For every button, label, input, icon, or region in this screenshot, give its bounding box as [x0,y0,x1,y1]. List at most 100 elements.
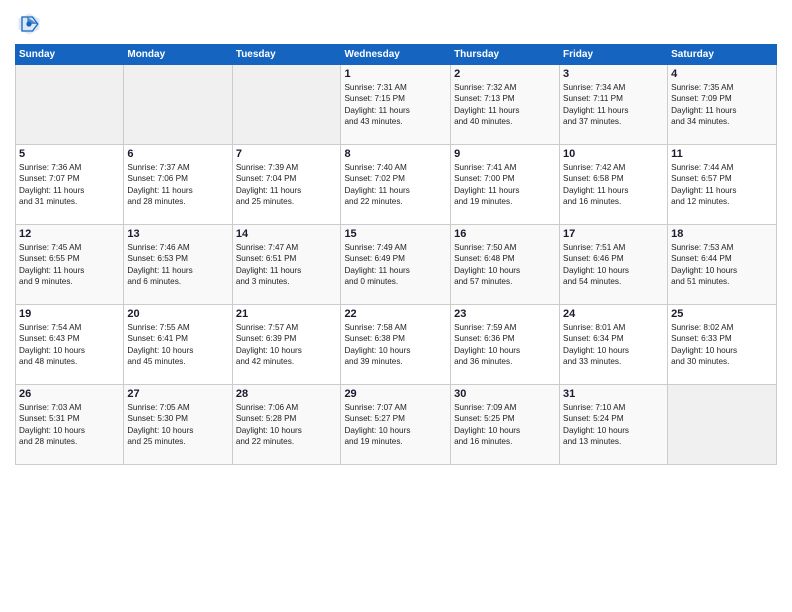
day-info: Sunrise: 7:59 AM Sunset: 6:36 PM Dayligh… [454,322,556,368]
calendar-cell: 6 Sunrise: 7:37 AM Sunset: 7:06 PM Daylig… [124,145,232,225]
day-info: Sunrise: 7:47 AM Sunset: 6:51 PM Dayligh… [236,242,338,288]
calendar-cell: 30Sunrise: 7:09 AM Sunset: 5:25 PM Dayli… [451,385,560,465]
header [15,10,777,38]
day-number: 15 [344,228,447,240]
calendar-cell: 19 Sunrise: 7:54 AM Sunset: 6:43 PM Dayli… [16,305,124,385]
day-number: 14 [236,228,338,240]
day-info: Sunrise: 7:58 AM Sunset: 6:38 PM Dayligh… [344,322,447,368]
weekday-header-sunday: Sunday [16,45,124,65]
day-info: Sunrise: 7:40 AM Sunset: 7:02 PM Dayligh… [344,162,447,208]
calendar-week-2: 5Sunrise: 7:36 AM Sunset: 7:07 PM Daylig… [16,145,777,225]
calendar-cell: 25Sunrise: 8:02 AM Sunset: 6:33 PM Dayli… [668,305,777,385]
day-number: 16 [454,228,556,240]
day-info: Sunrise: 8:01 AM Sunset: 6:34 PM Dayligh… [563,322,664,368]
day-number: 31 [563,388,664,400]
day-number: 6 [127,148,228,160]
calendar-cell: 10 Sunrise: 7:42 AM Sunset: 6:58 PM Dayli… [560,145,668,225]
calendar-cell: 29Sunrise: 7:07 AM Sunset: 5:27 PM Dayli… [341,385,451,465]
day-number: 26 [19,388,120,400]
calendar-cell: 24Sunrise: 8:01 AM Sunset: 6:34 PM Dayli… [560,305,668,385]
day-number: 19 [19,308,120,320]
calendar-week-1: 1 Sunrise: 7:31 AM Sunset: 7:15 PM Daylig… [16,65,777,145]
day-number: 1 [344,68,447,80]
calendar-cell: 16 Sunrise: 7:50 AM Sunset: 6:48 PM Dayli… [451,225,560,305]
day-info: Sunrise: 7:54 AM Sunset: 6:43 PM Dayligh… [19,322,120,368]
day-info: Sunrise: 7:07 AM Sunset: 5:27 PM Dayligh… [344,402,447,448]
day-number: 17 [563,228,664,240]
calendar-cell [16,65,124,145]
page: SundayMondayTuesdayWednesdayThursdayFrid… [0,0,792,612]
day-info: Sunrise: 7:46 AM Sunset: 6:53 PM Dayligh… [127,242,228,288]
calendar-cell: 21 Sunrise: 7:57 AM Sunset: 6:39 PM Dayli… [232,305,341,385]
day-number: 22 [344,308,447,320]
day-info: Sunrise: 7:51 AM Sunset: 6:46 PM Dayligh… [563,242,664,288]
day-number: 11 [671,148,773,160]
day-info: Sunrise: 7:55 AM Sunset: 6:41 PM Dayligh… [127,322,228,368]
weekday-header-monday: Monday [124,45,232,65]
calendar-week-3: 12 Sunrise: 7:45 AM Sunset: 6:55 PM Dayli… [16,225,777,305]
day-number: 18 [671,228,773,240]
calendar-cell: 26 Sunrise: 7:03 AM Sunset: 5:31 PM Dayli… [16,385,124,465]
day-info: Sunrise: 8:02 AM Sunset: 6:33 PM Dayligh… [671,322,773,368]
calendar-cell [124,65,232,145]
logo [15,10,47,38]
day-info: Sunrise: 7:06 AM Sunset: 5:28 PM Dayligh… [236,402,338,448]
calendar-cell: 23 Sunrise: 7:59 AM Sunset: 6:36 PM Dayli… [451,305,560,385]
day-number: 9 [454,148,556,160]
calendar-cell: 15 Sunrise: 7:49 AM Sunset: 6:49 PM Dayli… [341,225,451,305]
day-info: Sunrise: 7:09 AM Sunset: 5:25 PM Dayligh… [454,402,556,448]
day-number: 8 [344,148,447,160]
calendar-cell: 7 Sunrise: 7:39 AM Sunset: 7:04 PM Daylig… [232,145,341,225]
day-number: 13 [127,228,228,240]
calendar-week-5: 26 Sunrise: 7:03 AM Sunset: 5:31 PM Dayli… [16,385,777,465]
day-info: Sunrise: 7:42 AM Sunset: 6:58 PM Dayligh… [563,162,664,208]
calendar-cell: 2Sunrise: 7:32 AM Sunset: 7:13 PM Daylig… [451,65,560,145]
calendar-cell: 17 Sunrise: 7:51 AM Sunset: 6:46 PM Dayli… [560,225,668,305]
calendar-cell: 18 Sunrise: 7:53 AM Sunset: 6:44 PM Dayli… [668,225,777,305]
calendar-cell: 14 Sunrise: 7:47 AM Sunset: 6:51 PM Dayli… [232,225,341,305]
day-number: 23 [454,308,556,320]
logo-icon [15,10,43,38]
day-info: Sunrise: 7:34 AM Sunset: 7:11 PM Dayligh… [563,82,664,128]
calendar-cell: 4 Sunrise: 7:35 AM Sunset: 7:09 PM Daylig… [668,65,777,145]
day-number: 28 [236,388,338,400]
day-info: Sunrise: 7:10 AM Sunset: 5:24 PM Dayligh… [563,402,664,448]
calendar-cell: 13 Sunrise: 7:46 AM Sunset: 6:53 PM Dayli… [124,225,232,305]
day-number: 3 [563,68,664,80]
day-number: 27 [127,388,228,400]
day-info: Sunrise: 7:45 AM Sunset: 6:55 PM Dayligh… [19,242,120,288]
day-info: Sunrise: 7:03 AM Sunset: 5:31 PM Dayligh… [19,402,120,448]
day-info: Sunrise: 7:53 AM Sunset: 6:44 PM Dayligh… [671,242,773,288]
day-number: 12 [19,228,120,240]
calendar-cell: 12 Sunrise: 7:45 AM Sunset: 6:55 PM Dayli… [16,225,124,305]
day-number: 7 [236,148,338,160]
weekday-header-saturday: Saturday [668,45,777,65]
calendar-cell: 8 Sunrise: 7:40 AM Sunset: 7:02 PM Daylig… [341,145,451,225]
day-number: 20 [127,308,228,320]
day-info: Sunrise: 7:44 AM Sunset: 6:57 PM Dayligh… [671,162,773,208]
day-info: Sunrise: 7:57 AM Sunset: 6:39 PM Dayligh… [236,322,338,368]
day-info: Sunrise: 7:37 AM Sunset: 7:06 PM Dayligh… [127,162,228,208]
calendar-cell: 3 Sunrise: 7:34 AM Sunset: 7:11 PM Daylig… [560,65,668,145]
calendar-cell: 5Sunrise: 7:36 AM Sunset: 7:07 PM Daylig… [16,145,124,225]
weekday-header-wednesday: Wednesday [341,45,451,65]
calendar-cell: 28 Sunrise: 7:06 AM Sunset: 5:28 PM Dayli… [232,385,341,465]
day-info: Sunrise: 7:32 AM Sunset: 7:13 PM Dayligh… [454,82,556,128]
calendar-cell: 1 Sunrise: 7:31 AM Sunset: 7:15 PM Daylig… [341,65,451,145]
day-info: Sunrise: 7:36 AM Sunset: 7:07 PM Dayligh… [19,162,120,208]
calendar-cell: 11 Sunrise: 7:44 AM Sunset: 6:57 PM Dayli… [668,145,777,225]
day-info: Sunrise: 7:39 AM Sunset: 7:04 PM Dayligh… [236,162,338,208]
weekday-header-tuesday: Tuesday [232,45,341,65]
day-info: Sunrise: 7:31 AM Sunset: 7:15 PM Dayligh… [344,82,447,128]
day-number: 10 [563,148,664,160]
weekday-header-thursday: Thursday [451,45,560,65]
day-info: Sunrise: 7:49 AM Sunset: 6:49 PM Dayligh… [344,242,447,288]
calendar-cell: 27Sunrise: 7:05 AM Sunset: 5:30 PM Dayli… [124,385,232,465]
calendar-cell [668,385,777,465]
calendar-cell: 22 Sunrise: 7:58 AM Sunset: 6:38 PM Dayli… [341,305,451,385]
day-number: 4 [671,68,773,80]
day-number: 21 [236,308,338,320]
calendar-cell: 20 Sunrise: 7:55 AM Sunset: 6:41 PM Dayli… [124,305,232,385]
day-info: Sunrise: 7:35 AM Sunset: 7:09 PM Dayligh… [671,82,773,128]
day-info: Sunrise: 7:50 AM Sunset: 6:48 PM Dayligh… [454,242,556,288]
